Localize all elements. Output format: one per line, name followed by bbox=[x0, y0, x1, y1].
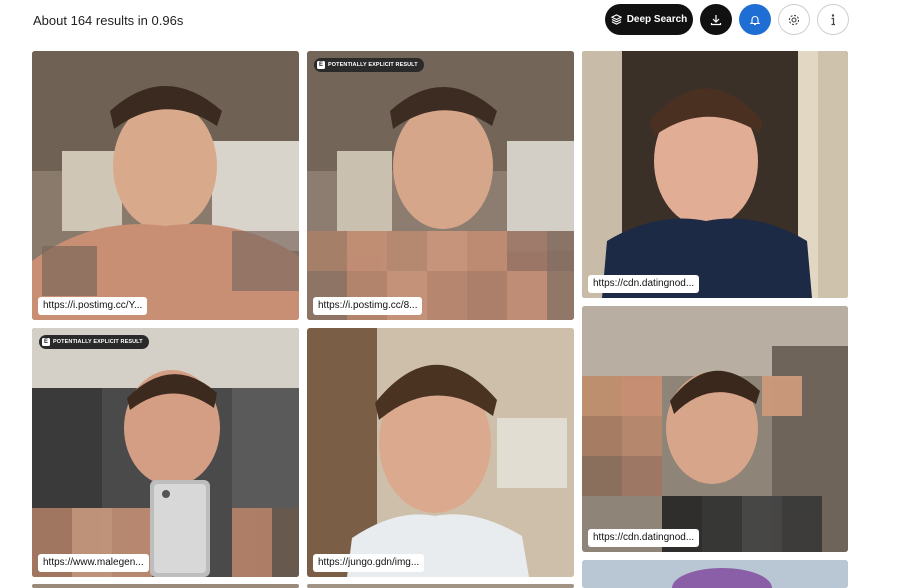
gear-icon bbox=[787, 13, 801, 27]
explicit-badge-label: POTENTIALLY EXPLICIT RESULT bbox=[328, 62, 418, 68]
result-card[interactable] bbox=[32, 584, 299, 588]
alerts-button[interactable] bbox=[739, 4, 771, 35]
deep-search-label: Deep Search bbox=[626, 14, 688, 25]
result-image-blurred bbox=[32, 328, 299, 577]
explicit-icon: E bbox=[42, 338, 50, 346]
explicit-badge: E POTENTIALLY EXPLICIT RESULT bbox=[314, 58, 424, 72]
download-button[interactable] bbox=[700, 4, 732, 35]
bell-icon bbox=[749, 14, 761, 26]
result-card[interactable]: E POTENTIALLY EXPLICIT RESULT https://i.… bbox=[307, 51, 574, 320]
result-card[interactable]: E POTENTIALLY EXPLICIT RESULT https://ww… bbox=[32, 328, 299, 577]
result-card[interactable] bbox=[307, 584, 574, 588]
result-url[interactable]: https://i.postimg.cc/Y... bbox=[38, 297, 148, 315]
layers-icon bbox=[610, 14, 622, 25]
result-image bbox=[582, 560, 848, 588]
result-url[interactable]: https://cdn.datingnod... bbox=[588, 529, 700, 547]
settings-button[interactable] bbox=[778, 4, 810, 35]
result-url[interactable]: https://i.postimg.cc/8... bbox=[313, 297, 423, 315]
download-icon bbox=[710, 14, 722, 26]
result-url[interactable]: https://jungo.gdn/img... bbox=[313, 554, 425, 572]
result-url[interactable]: https://cdn.datingnod... bbox=[588, 275, 700, 293]
result-url[interactable]: https://www.malegen... bbox=[38, 554, 149, 572]
info-icon bbox=[827, 13, 839, 27]
explicit-icon: E bbox=[317, 61, 325, 69]
explicit-badge-label: POTENTIALLY EXPLICIT RESULT bbox=[53, 339, 143, 345]
result-card[interactable]: https://cdn.datingnod... bbox=[582, 51, 848, 298]
info-button[interactable] bbox=[817, 4, 849, 35]
result-card[interactable]: https://jungo.gdn/img... bbox=[307, 328, 574, 577]
result-card[interactable]: https://i.postimg.cc/Y... bbox=[32, 51, 299, 320]
result-image bbox=[32, 51, 299, 320]
result-image-blurred bbox=[307, 51, 574, 320]
result-image-blurred bbox=[582, 306, 848, 552]
result-card[interactable]: https://cdn.datingnod... bbox=[582, 306, 848, 552]
result-image bbox=[307, 328, 574, 577]
results-count: About 164 results in 0.96s bbox=[33, 13, 184, 28]
result-card[interactable] bbox=[582, 560, 848, 588]
result-image bbox=[582, 51, 848, 298]
explicit-badge: E POTENTIALLY EXPLICIT RESULT bbox=[39, 335, 149, 349]
deep-search-button[interactable]: Deep Search bbox=[605, 4, 693, 35]
